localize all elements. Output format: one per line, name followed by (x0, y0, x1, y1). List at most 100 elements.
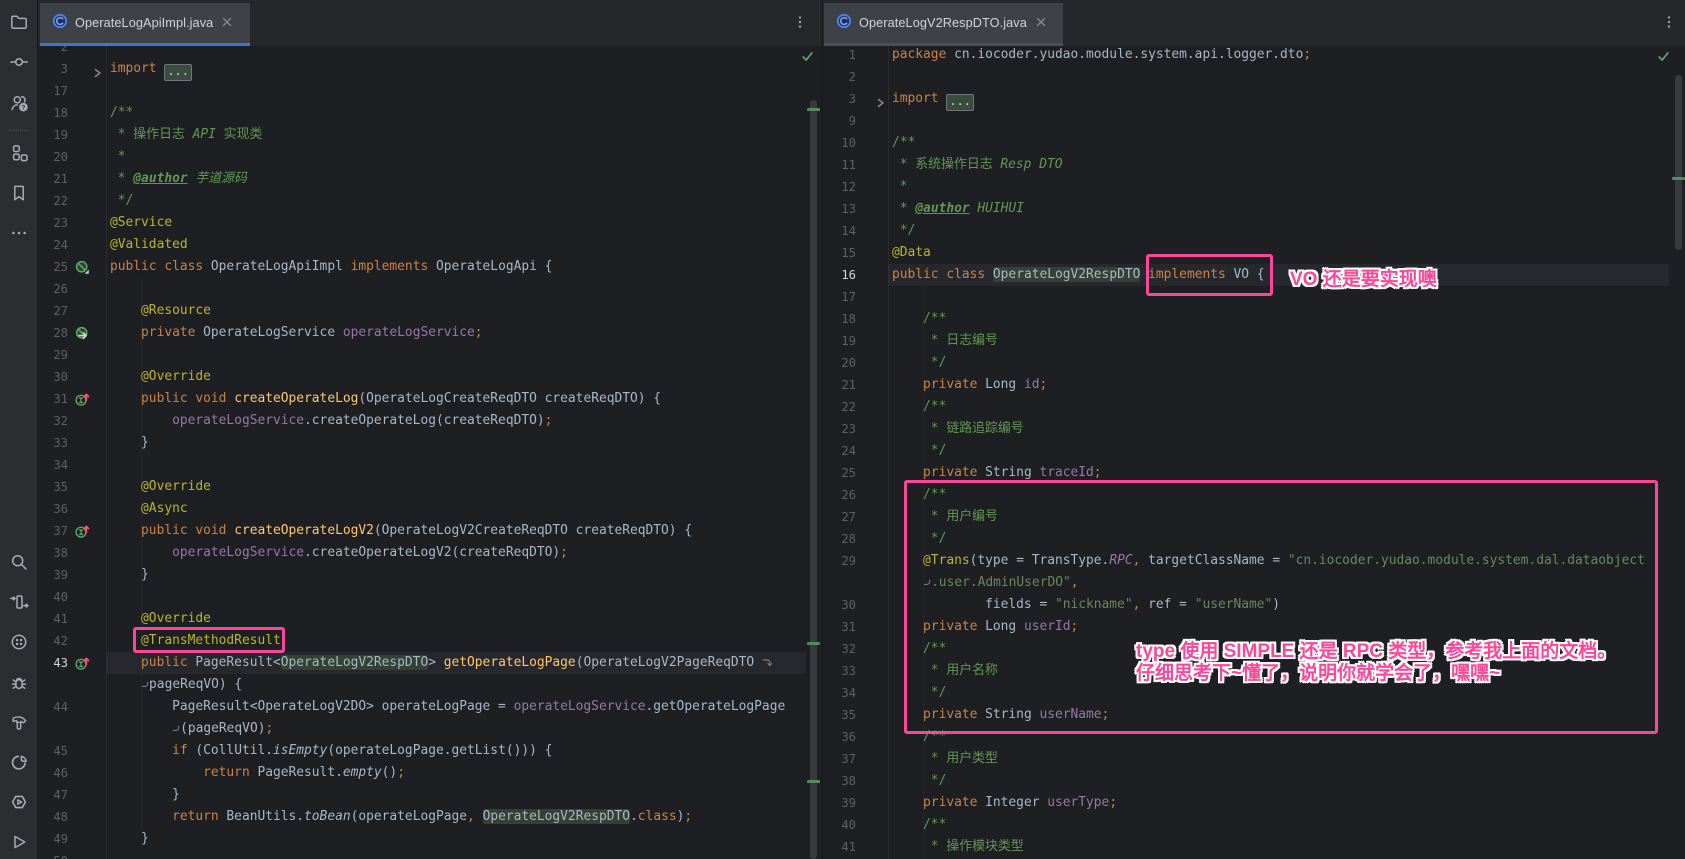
line-number[interactable]: 23 (38, 212, 68, 234)
line-number[interactable]: 22 (38, 190, 68, 212)
line-number[interactable]: 26 (823, 484, 856, 506)
line-number[interactable]: 45 (38, 740, 68, 762)
code-line-40[interactable]: 40 (38, 586, 822, 608)
code-line-23[interactable]: 23@Service (38, 212, 822, 234)
line-number[interactable]: 15 (823, 242, 856, 264)
line-number[interactable]: 18 (823, 308, 856, 330)
code-line-36[interactable]: 36 @Async (38, 498, 822, 520)
project-folder-icon[interactable] (7, 10, 31, 34)
editor-left[interactable]: 23import ...1718/**19 * 操作日志 API 实现类20 *… (38, 46, 822, 859)
line-number[interactable]: 2 (38, 46, 68, 58)
code-line-9[interactable]: 9 (823, 110, 1685, 132)
line-number[interactable]: 23 (823, 418, 856, 440)
line-number[interactable]: 33 (823, 660, 856, 682)
line-number[interactable]: 39 (38, 564, 68, 586)
fold-chevron-icon[interactable] (876, 94, 885, 116)
code-line-37[interactable]: 37 * 用户类型 (823, 748, 1685, 770)
code-line-22[interactable]: 22 */ (38, 190, 822, 212)
line-number[interactable]: 2 (823, 66, 856, 88)
line-number[interactable]: 36 (823, 726, 856, 748)
line-number[interactable]: 44 (38, 696, 68, 718)
line-number[interactable]: 17 (38, 80, 68, 102)
structure-icon[interactable] (7, 141, 31, 165)
code-line-25[interactable]: 25public class OperateLogApiImpl impleme… (38, 256, 822, 278)
code-line-46[interactable]: 46 return PageResult.empty(); (38, 762, 822, 784)
line-number[interactable]: 25 (38, 256, 68, 278)
line-number[interactable]: 33 (38, 432, 68, 454)
code-line-3[interactable]: 3import ... (38, 58, 822, 80)
line-number[interactable]: 42 (38, 630, 68, 652)
code-line-13[interactable]: 13 * @author HUIHUI (823, 198, 1685, 220)
endpoints-icon[interactable] (7, 590, 31, 614)
tab-close-icon[interactable] (1036, 14, 1046, 32)
code-line-12[interactable]: 12 * (823, 176, 1685, 198)
line-number[interactable]: 46 (38, 762, 68, 784)
line-number[interactable]: 16 (823, 264, 856, 286)
line-number[interactable]: 27 (38, 300, 68, 322)
code-line-38[interactable]: 38 */ (823, 770, 1685, 792)
code-line-17[interactable]: 17 (38, 80, 822, 102)
line-number[interactable]: 10 (823, 132, 856, 154)
line-number[interactable]: 40 (823, 814, 856, 836)
line-number[interactable]: 26 (38, 278, 68, 300)
editor-options-kebab-icon[interactable] (791, 13, 809, 31)
code-line-34[interactable]: 34 (38, 454, 822, 476)
code-line-21[interactable]: 21 * @author 芋道源码 (38, 168, 822, 190)
line-number[interactable]: 30 (38, 366, 68, 388)
code-line-31[interactable]: 31 public void createOperateLog(OperateL… (38, 388, 822, 410)
code-line-1[interactable]: 1package cn.iocoder.yudao.module.system.… (823, 46, 1685, 66)
code-line-19[interactable]: 19 * 日志编号 (823, 330, 1685, 352)
code-line-40[interactable]: 40 /** (823, 814, 1685, 836)
line-number[interactable]: 13 (823, 198, 856, 220)
code-line-14[interactable]: 14 */ (823, 220, 1685, 242)
line-number[interactable]: 41 (38, 608, 68, 630)
code-line-30[interactable]: 30 @Override (38, 366, 822, 388)
line-number[interactable]: 29 (38, 344, 68, 366)
inspections-ok-icon[interactable] (1657, 50, 1670, 68)
code-line-23[interactable]: 23 * 链路追踪编号 (823, 418, 1685, 440)
line-number[interactable]: 37 (823, 748, 856, 770)
line-number[interactable]: 32 (823, 638, 856, 660)
code-line-24[interactable]: 24@Validated (38, 234, 822, 256)
tab-close-icon[interactable] (222, 14, 232, 32)
code-line-11[interactable]: 11 * 系统操作日志 Resp DTO (823, 154, 1685, 176)
editor-options-kebab-icon[interactable] (1660, 13, 1678, 31)
code-line-20[interactable]: 20 */ (823, 352, 1685, 374)
code-line-22[interactable]: 22 /** (823, 396, 1685, 418)
editor-right[interactable]: 1package cn.iocoder.yudao.module.system.… (823, 46, 1685, 859)
line-number[interactable]: 21 (38, 168, 68, 190)
line-number[interactable]: 3 (38, 58, 68, 80)
line-number[interactable]: 24 (38, 234, 68, 256)
line-number[interactable]: 49 (38, 828, 68, 850)
line-number[interactable]: 34 (823, 682, 856, 704)
line-number[interactable]: 41 (823, 836, 856, 858)
code-line-10[interactable]: 10/** (823, 132, 1685, 154)
line-number[interactable]: 9 (823, 110, 856, 132)
line-number[interactable]: 11 (823, 154, 856, 176)
scrollbar-thumb[interactable] (810, 100, 817, 859)
commit-icon[interactable] (7, 50, 31, 74)
code-line-3[interactable]: 3import ... (823, 88, 1685, 110)
run-anything-icon[interactable] (7, 790, 31, 814)
debug-icon[interactable] (7, 670, 31, 694)
line-number[interactable]: 32 (38, 410, 68, 432)
line-number[interactable]: 35 (38, 476, 68, 498)
run-icon[interactable] (7, 830, 31, 854)
search-icon[interactable] (7, 550, 31, 574)
line-number[interactable]: 14 (823, 220, 856, 242)
line-number[interactable]: 1 (823, 46, 856, 66)
inspections-ok-icon[interactable] (801, 50, 814, 68)
line-number[interactable]: 35 (823, 704, 856, 726)
line-number[interactable]: 24 (823, 440, 856, 462)
spring-bean-gutter-icon[interactable] (75, 260, 90, 283)
line-number[interactable]: 34 (38, 454, 68, 476)
line-number[interactable]: 29 (823, 550, 856, 572)
line-number[interactable]: 50 (38, 850, 68, 859)
line-number[interactable]: 31 (38, 388, 68, 410)
code-line-33[interactable]: 33 } (38, 432, 822, 454)
code-line-49[interactable]: 49 } (38, 828, 822, 850)
line-number[interactable]: 47 (38, 784, 68, 806)
code-line-18[interactable]: 18 /** (823, 308, 1685, 330)
tab-operatelogapiimpl-java[interactable]: OperateLogApiImpl.java (40, 3, 250, 43)
line-number[interactable]: 31 (823, 616, 856, 638)
